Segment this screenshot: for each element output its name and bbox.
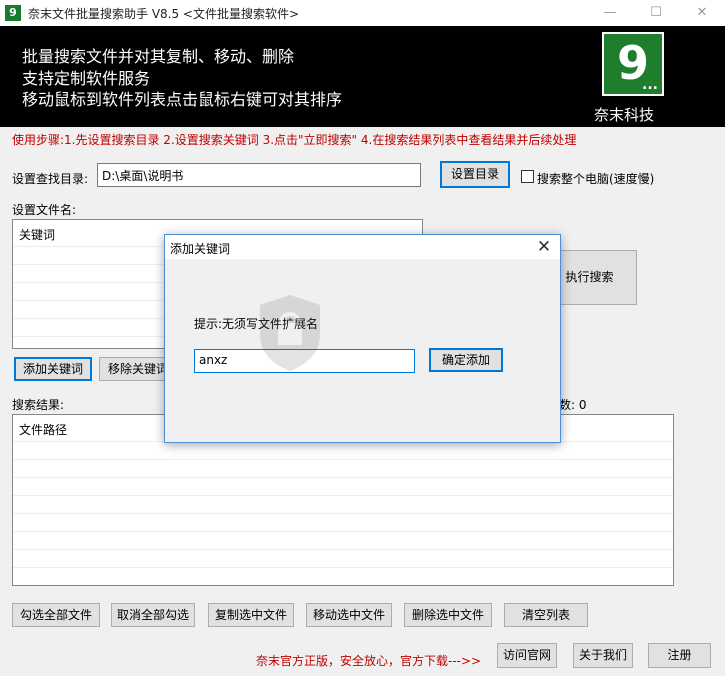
official-download-note: 奈末官方正版，安全放心，官方下载--->> xyxy=(256,654,482,668)
delete-selected-button[interactable]: 删除选中文件 xyxy=(404,603,492,627)
window-title: 奈末文件批量搜索助手 V8.5 <文件批量搜索软件> xyxy=(28,7,300,21)
list-row xyxy=(13,459,673,477)
close-button[interactable]: ✕ xyxy=(679,0,725,26)
whole-pc-checkbox[interactable] xyxy=(521,170,534,183)
list-row xyxy=(13,513,673,531)
list-row xyxy=(13,495,673,513)
title-bar: 9 奈末文件批量搜索助手 V8.5 <文件批量搜索软件> — ☐ ✕ xyxy=(0,0,725,26)
about-us-button[interactable]: 关于我们 xyxy=(573,643,633,668)
banner-line-3: 移动鼠标到软件列表点击鼠标右键可对其排序 xyxy=(22,90,343,109)
directory-label: 设置查找目录: xyxy=(12,172,89,186)
select-all-button[interactable]: 勾选全部文件 xyxy=(12,603,100,627)
directory-input[interactable]: D:\桌面\说明书 xyxy=(97,163,421,187)
dialog-title: 添加关键词 xyxy=(170,242,231,256)
list-row xyxy=(13,477,673,495)
list-row xyxy=(13,567,673,585)
copy-selected-button[interactable]: 复制选中文件 xyxy=(208,603,294,627)
company-name: 奈末科技 xyxy=(594,106,655,124)
banner-line-1: 批量搜索文件并对其复制、移动、删除 xyxy=(22,47,295,66)
app-icon: 9 xyxy=(5,5,21,21)
maximize-button[interactable]: ☐ xyxy=(633,0,679,26)
usage-steps: 使用步骤:1.先设置搜索目录 2.设置搜索关键词 3.点击"立即搜索" 4.在搜… xyxy=(12,133,577,147)
company-logo: 9 ... xyxy=(602,32,664,96)
dialog-hint: 提示:无须写文件扩展名 xyxy=(194,317,319,331)
results-label: 搜索结果: xyxy=(12,398,65,412)
register-button[interactable]: 注册 xyxy=(648,643,711,668)
deselect-all-button[interactable]: 取消全部勾选 xyxy=(111,603,195,627)
move-selected-button[interactable]: 移动选中文件 xyxy=(306,603,392,627)
keyword-input[interactable]: anxz xyxy=(194,349,415,373)
set-directory-button[interactable]: 设置目录 xyxy=(440,161,510,188)
clear-list-button[interactable]: 清空列表 xyxy=(504,603,588,627)
results-count: 数: 0 xyxy=(559,398,587,412)
add-keyword-button[interactable]: 添加关键词 xyxy=(14,357,92,381)
whole-pc-label: 搜索整个电脑(速度慢) xyxy=(537,172,655,186)
list-row xyxy=(13,549,673,567)
logo-dots: ... xyxy=(642,77,658,93)
minimize-button[interactable]: — xyxy=(587,0,633,26)
list-row xyxy=(13,441,673,459)
visit-website-button[interactable]: 访问官网 xyxy=(497,643,557,668)
add-keyword-dialog: 添加关键词 ✕ 提示:无须写文件扩展名 anxz 确定添加 xyxy=(164,234,561,443)
list-row xyxy=(13,531,673,549)
dialog-close-icon[interactable]: ✕ xyxy=(534,237,554,257)
confirm-add-button[interactable]: 确定添加 xyxy=(429,348,503,372)
dialog-title-bar: 添加关键词 ✕ xyxy=(165,235,560,259)
filename-label: 设置文件名: xyxy=(12,203,77,217)
